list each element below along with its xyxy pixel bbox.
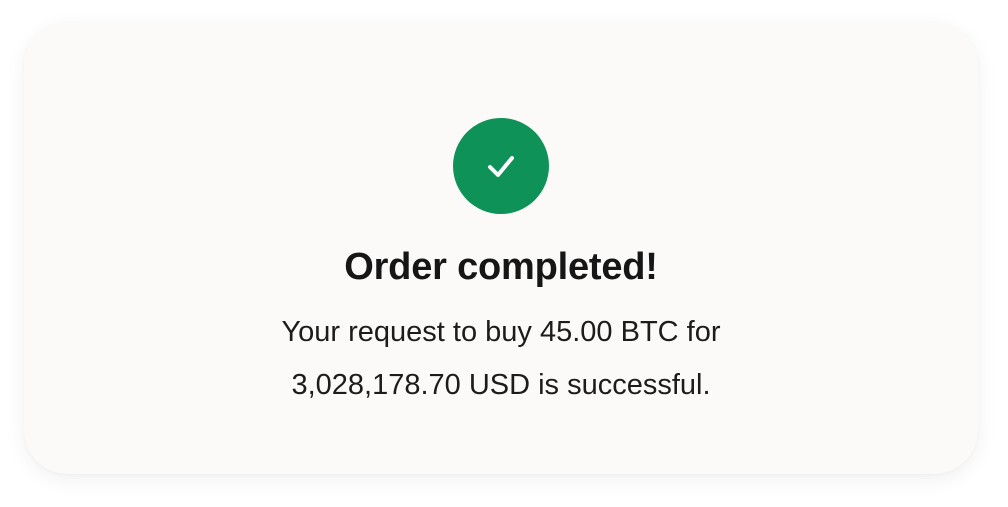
dialog-message: Your request to buy 45.00 BTC for 3,028,… (281, 316, 721, 401)
check-icon (488, 156, 514, 177)
dialog-title: Order completed! (344, 246, 658, 288)
success-badge (453, 118, 549, 214)
order-success-card: Order completed! Your request to buy 45.… (24, 22, 978, 474)
